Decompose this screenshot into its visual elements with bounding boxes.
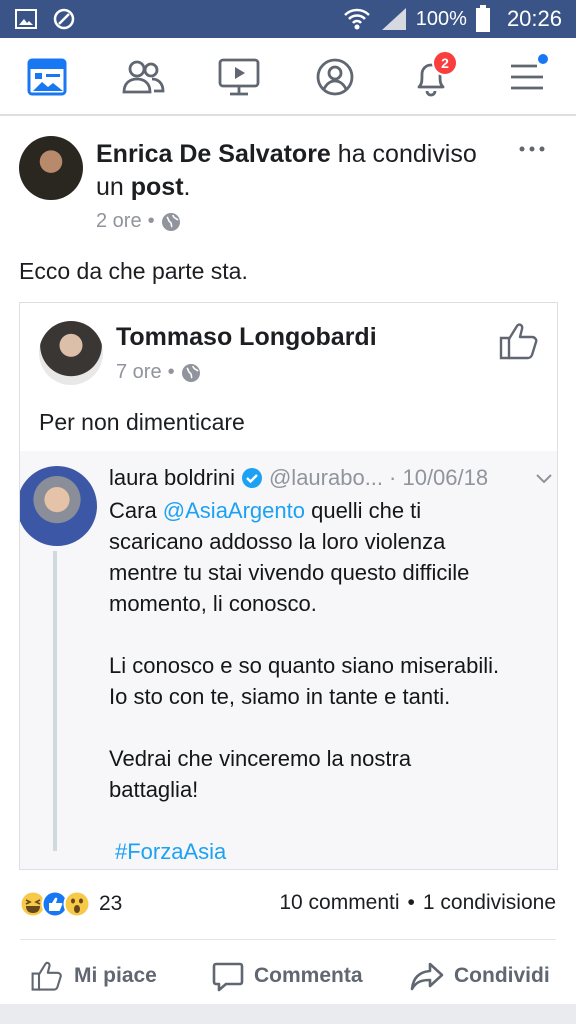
tweet-line: momento, li conosco. — [109, 591, 317, 616]
wow-reaction-icon — [63, 890, 91, 918]
video-button[interactable] — [214, 52, 264, 102]
reactions-summary[interactable]: 23 — [19, 890, 122, 918]
thread-line — [53, 551, 57, 851]
top-navigation: 2 — [0, 38, 576, 116]
comment-button[interactable]: Commenta — [212, 958, 363, 994]
tweet-body: Cara @AsiaArgento quelli che ti scarican… — [109, 495, 549, 867]
tweet-line: battaglia! — [109, 777, 199, 802]
tweet-screenshot[interactable]: laura boldrini @laurabo... · 10/06/18 Ca… — [20, 451, 557, 869]
comment-icon — [212, 962, 244, 992]
like-label: Mi piace — [74, 964, 157, 987]
more-icon[interactable] — [518, 144, 546, 154]
battery-icon — [475, 5, 490, 32]
tweet-line: Cara — [109, 498, 163, 523]
shared-author-avatar[interactable] — [39, 321, 103, 385]
reaction-count: 23 — [99, 892, 123, 915]
tweet-display-name: laura boldrini — [109, 465, 235, 490]
signal-icon — [381, 8, 406, 30]
verified-icon — [241, 468, 262, 488]
tweet-line: Li conosco e so quanto siano miserabili. — [109, 653, 500, 678]
clock: 20:26 — [506, 6, 562, 31]
comment-label: Commenta — [254, 964, 363, 987]
news-feed-button[interactable] — [22, 52, 72, 102]
post-time[interactable]: 2 ore — [96, 210, 142, 233]
share-label: Condividi — [454, 964, 550, 987]
menu-button[interactable] — [502, 52, 552, 102]
meta-dot: • — [167, 361, 175, 383]
tweet-header: laura boldrini @laurabo... · 10/06/18 — [109, 465, 488, 491]
action-end: . — [183, 173, 191, 201]
share-icon — [410, 962, 444, 991]
friends-icon — [122, 60, 165, 94]
share-button[interactable]: Condividi — [410, 958, 550, 994]
shared-author-name[interactable]: Tommaso Longobardi — [116, 323, 377, 352]
unread-dot — [538, 54, 548, 64]
comments-count[interactable]: 10 commenti — [279, 891, 399, 915]
status-bar: 100% 20:26 — [0, 0, 576, 38]
tweet-line: Vedrai che vinceremo la nostra — [109, 746, 412, 771]
notification-badge: 2 — [432, 50, 458, 76]
feed-post: Enrica De Salvatore ha condiviso un post… — [0, 116, 576, 1024]
shared-object-link[interactable]: post — [131, 173, 184, 201]
picture-icon — [15, 9, 37, 29]
menu-icon — [511, 64, 543, 90]
profile-icon — [316, 58, 354, 96]
tweet-hashtag: #ForzaAsia — [115, 839, 227, 864]
post-text: Ecco da che parte sta. — [19, 258, 248, 284]
shared-post-card[interactable]: Tommaso Longobardi 7 ore • Per non dimen… — [19, 302, 558, 870]
tweet-line: mentre tu stai vivendo questo difficile — [109, 560, 470, 585]
engagement-counts: 10 commenti • 1 condivisione — [279, 891, 556, 915]
friends-button[interactable] — [118, 52, 168, 102]
shared-post-time[interactable]: 7 ore — [116, 361, 162, 384]
counts-separator: • — [407, 891, 415, 914]
shared-post-text: Per non dimenticare — [39, 409, 245, 435]
tweet-line: Io sto con te, siamo in tante e tanti. — [109, 684, 451, 709]
post-header: Enrica De Salvatore ha condiviso un post… — [96, 138, 496, 204]
tweet-date: · 10/06/18 — [389, 465, 489, 490]
chevron-down-icon — [536, 474, 552, 484]
shared-post-meta: 7 ore • — [116, 361, 201, 384]
wifi-icon — [343, 8, 370, 30]
globe-icon — [181, 363, 200, 382]
notifications-button[interactable]: 2 — [406, 50, 458, 102]
author-name[interactable]: Enrica De Salvatore — [96, 140, 331, 168]
tweet-line: scaricano addosso la loro violenza — [109, 529, 446, 554]
shares-count[interactable]: 1 condivisione — [423, 891, 556, 915]
profile-button[interactable] — [310, 52, 360, 102]
feed-separator — [0, 1004, 576, 1024]
battery-percent: 100% — [415, 7, 467, 30]
video-icon — [218, 58, 260, 96]
tweet-mention: @AsiaArgento — [162, 498, 305, 523]
actions-divider — [20, 939, 556, 940]
globe-icon — [161, 212, 180, 231]
author-avatar[interactable] — [19, 136, 83, 200]
post-meta: 2 ore • — [96, 210, 181, 233]
thumbs-up-icon — [31, 961, 62, 991]
shield-icon — [53, 8, 75, 30]
thumbs-up-icon[interactable] — [498, 321, 540, 361]
like-button[interactable]: Mi piace — [30, 958, 157, 994]
meta-dot: • — [147, 210, 155, 232]
news-feed-icon — [27, 58, 67, 96]
tweet-line: quelli che ti — [304, 498, 422, 523]
tweet-handle: @laurabo... — [268, 465, 384, 490]
tweet-avatar — [20, 466, 97, 546]
